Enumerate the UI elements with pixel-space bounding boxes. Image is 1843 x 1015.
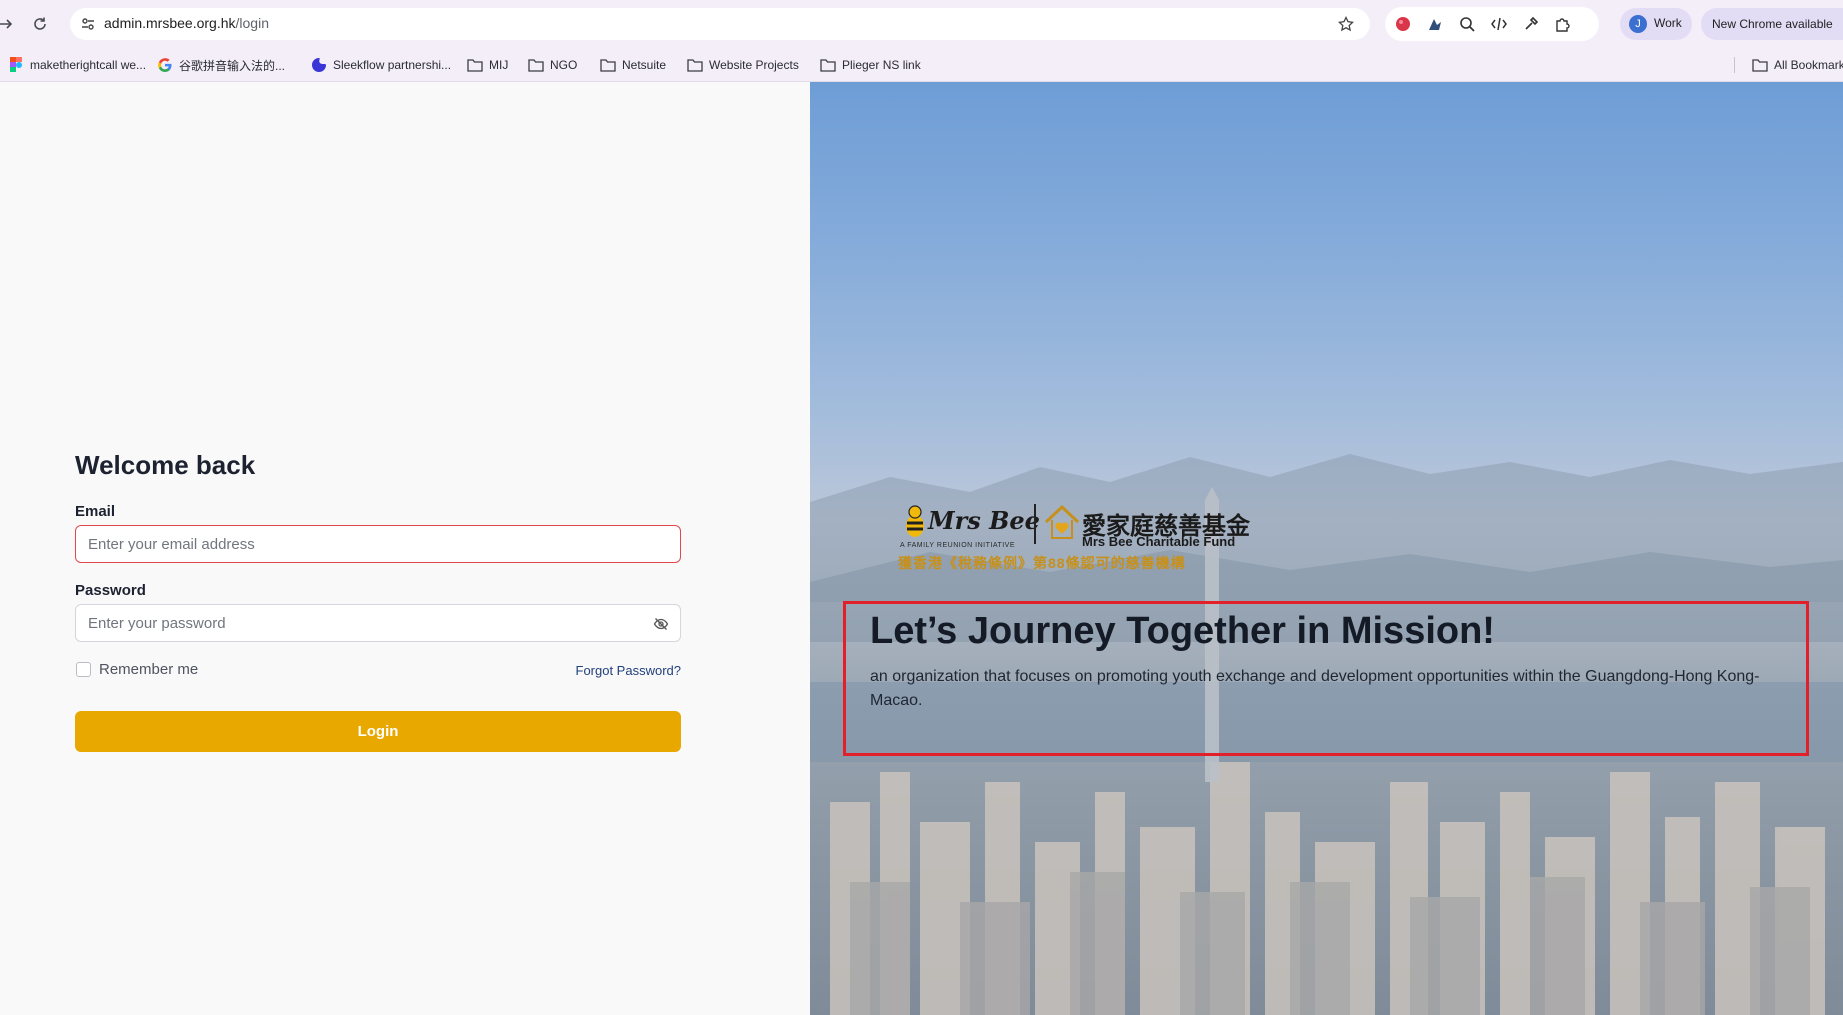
url-host: admin.mrsbee.org.hk xyxy=(104,15,236,31)
remember-me-checkbox[interactable] xyxy=(76,662,91,677)
profile-label: Work xyxy=(1654,16,1682,30)
site-info-icon[interactable] xyxy=(78,14,98,34)
bookmark-label: maketherightcall we... xyxy=(30,58,147,72)
bookmark-folder[interactable]: NGO xyxy=(528,56,577,74)
bookmark-label: 谷歌拼音输入法的... xyxy=(179,58,286,73)
hero-title: Let’s Journey Together in Mission! xyxy=(870,610,1495,652)
update-chrome-button[interactable]: New Chrome available xyxy=(1701,8,1843,40)
password-placeholder: Enter your password xyxy=(88,615,226,632)
reader-extension-icon[interactable] xyxy=(1425,14,1445,34)
google-icon xyxy=(157,57,173,73)
remember-me-label[interactable]: Remember me xyxy=(99,661,198,678)
all-bookmarks-label: All Bookmarks xyxy=(1774,58,1843,72)
profile-button[interactable]: J Work xyxy=(1620,8,1692,40)
folder-icon xyxy=(820,57,836,73)
folder-icon xyxy=(467,57,483,73)
extensions-puzzle-icon[interactable] xyxy=(1553,14,1573,34)
email-label: Email xyxy=(75,503,116,520)
address-bar[interactable]: admin.mrsbee.org.hk/login xyxy=(70,8,1370,40)
login-panel: Welcome back Email Enter your email addr… xyxy=(0,82,810,1015)
folder-icon xyxy=(1752,57,1768,73)
page-content: Welcome back Email Enter your email addr… xyxy=(0,82,1843,1015)
bookmark-item[interactable]: 谷歌拼音输入法的... xyxy=(157,56,285,74)
bookmark-folder[interactable]: MIJ xyxy=(467,56,508,74)
profile-avatar: J xyxy=(1629,15,1647,33)
logo-english-name: Mrs Bee xyxy=(928,506,1040,535)
zoom-search-icon[interactable] xyxy=(1457,14,1477,34)
forgot-password-link[interactable]: Forgot Password? xyxy=(576,663,682,678)
extensions-group xyxy=(1385,7,1599,41)
folder-icon xyxy=(687,57,703,73)
forward-icon[interactable] xyxy=(0,12,18,36)
page-title: Welcome back xyxy=(75,450,256,480)
all-bookmarks-button[interactable]: All Bookmarks xyxy=(1752,56,1843,74)
bookmark-label: MIJ xyxy=(489,58,509,72)
logo-divider xyxy=(1034,504,1036,544)
login-button[interactable]: Login xyxy=(75,711,681,752)
bookmark-item[interactable]: Sleekflow partnershi... xyxy=(311,56,451,74)
update-chrome-label: New Chrome available xyxy=(1712,17,1833,31)
hero-subtitle: an organization that focuses on promotin… xyxy=(870,668,1760,709)
reload-icon[interactable] xyxy=(28,12,52,36)
eyedropper-icon[interactable] xyxy=(1521,14,1541,34)
folder-icon xyxy=(528,57,544,73)
email-placeholder: Enter your email address xyxy=(88,536,255,553)
bookmark-folder[interactable]: Website Projects xyxy=(687,56,799,74)
bookmark-star-icon[interactable] xyxy=(1336,14,1356,34)
code-extension-icon[interactable] xyxy=(1489,14,1509,34)
folder-icon xyxy=(600,57,616,73)
email-field[interactable]: Enter your email address xyxy=(75,525,681,563)
password-field[interactable]: Enter your password xyxy=(75,604,681,642)
mrs-bee-logo: Mrs Bee A FAMILY REUNION INITIATIVE 愛家庭慈… xyxy=(898,502,1268,574)
logo-certification: 獲香港《稅務條例》第88條認可的慈善機構 xyxy=(898,555,1186,571)
logo-tagline: A FAMILY REUNION INITIATIVE xyxy=(900,542,1016,549)
bookmark-folder[interactable]: Plieger NS link xyxy=(820,56,921,74)
red-extension-icon[interactable] xyxy=(1393,14,1413,34)
house-heart-icon xyxy=(1044,504,1080,539)
bee-icon xyxy=(906,505,924,537)
browser-toolbar: admin.mrsbee.org.hk/login J Work New Chr… xyxy=(0,0,1843,48)
bookmark-label: NGO xyxy=(550,58,578,72)
hero-panel: Mrs Bee A FAMILY REUNION INITIATIVE 愛家庭慈… xyxy=(810,82,1843,1015)
bookmark-item[interactable]: maketherightcall we... xyxy=(8,56,146,74)
colorful-app-icon xyxy=(8,57,24,73)
bookmark-label: Plieger NS link xyxy=(842,58,921,72)
bookmark-label: Sleekflow partnershi... xyxy=(333,58,452,72)
bookmarks-bar: maketherightcall we... 谷歌拼音输入法的... Sleek… xyxy=(0,48,1843,82)
bookmark-folder[interactable]: Netsuite xyxy=(600,56,666,74)
password-label: Password xyxy=(75,582,146,599)
logo-fund-name: Mrs Bee Charitable Fund xyxy=(1082,534,1236,549)
bookmark-label: Netsuite xyxy=(622,58,667,72)
bookmarks-divider xyxy=(1734,57,1735,73)
sleekflow-icon xyxy=(311,57,327,73)
bookmark-label: Website Projects xyxy=(709,58,799,72)
url-text: admin.mrsbee.org.hk/login xyxy=(104,15,269,31)
eye-slash-icon[interactable] xyxy=(652,615,670,633)
url-path: /login xyxy=(235,15,269,31)
